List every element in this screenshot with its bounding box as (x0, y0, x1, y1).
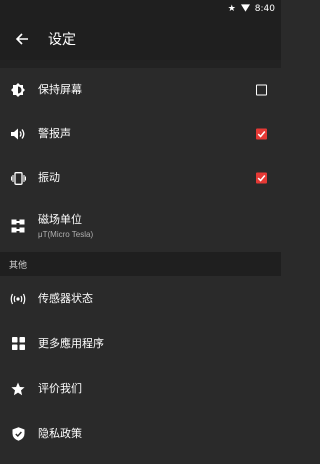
vibrate-checkbox[interactable] (256, 172, 267, 184)
settings-list: 保持屏幕 警报声 振动 磁场单位 μT(Micro Tesla) (0, 68, 281, 252)
speaker-icon (10, 126, 26, 142)
shield-icon (10, 426, 26, 442)
privacy-policy-label: 隐私政策 (38, 426, 82, 440)
app-bar: 设定 (0, 18, 281, 60)
rate-us-label: 评价我们 (38, 381, 82, 395)
apps-grid-icon (10, 336, 26, 352)
sensor-broadcast-icon (10, 291, 26, 307)
alarm-sound-row[interactable]: 警报声 (0, 112, 281, 156)
top-divider (0, 60, 281, 68)
wifi-icon (240, 3, 250, 15)
magnetic-unit-label: 磁场单位 (38, 213, 82, 227)
vibrate-icon (10, 170, 26, 186)
keep-screen-label: 保持屏幕 (38, 83, 82, 97)
other-section-header: 其他 (0, 252, 281, 276)
magnetic-unit-row[interactable]: 磁场单位 μT(Micro Tesla) (0, 200, 281, 252)
more-apps-label: 更多應用程序 (38, 336, 104, 350)
privacy-policy-row[interactable]: 隐私政策 (0, 411, 281, 456)
magnet-units-icon (10, 218, 26, 234)
status-time: 8:40 (254, 4, 275, 14)
page-title: 设定 (48, 32, 76, 48)
star-icon (10, 381, 26, 397)
rate-us-row[interactable]: 评价我们 (0, 366, 281, 411)
settings-screen: ★ 8:40 设定 保持屏幕 警报声 振动 磁场单位 μT(Micro Tesl… (0, 0, 281, 464)
more-apps-row[interactable]: 更多應用程序 (0, 321, 281, 366)
other-list: 传感器状态 更多應用程序 评价我们 隐私政策 (0, 276, 281, 456)
checkmark-icon (257, 131, 266, 138)
checkmark-icon (257, 175, 266, 182)
star-status-icon: ★ (227, 3, 236, 14)
keep-screen-checkbox[interactable] (256, 84, 267, 96)
sensor-status-row[interactable]: 传感器状态 (0, 276, 281, 321)
vibrate-row[interactable]: 振动 (0, 156, 281, 200)
back-button[interactable] (12, 29, 32, 49)
sensor-status-label: 传感器状态 (38, 291, 93, 305)
vibrate-label: 振动 (38, 171, 60, 185)
alarm-sound-label: 警报声 (38, 127, 71, 141)
status-bar: ★ 8:40 (0, 0, 281, 18)
magnetic-unit-value: μT(Micro Tesla) (38, 229, 94, 239)
keep-screen-row[interactable]: 保持屏幕 (0, 68, 281, 112)
brightness-icon (10, 82, 26, 98)
arrow-left-icon (15, 33, 28, 45)
alarm-sound-checkbox[interactable] (256, 128, 267, 140)
